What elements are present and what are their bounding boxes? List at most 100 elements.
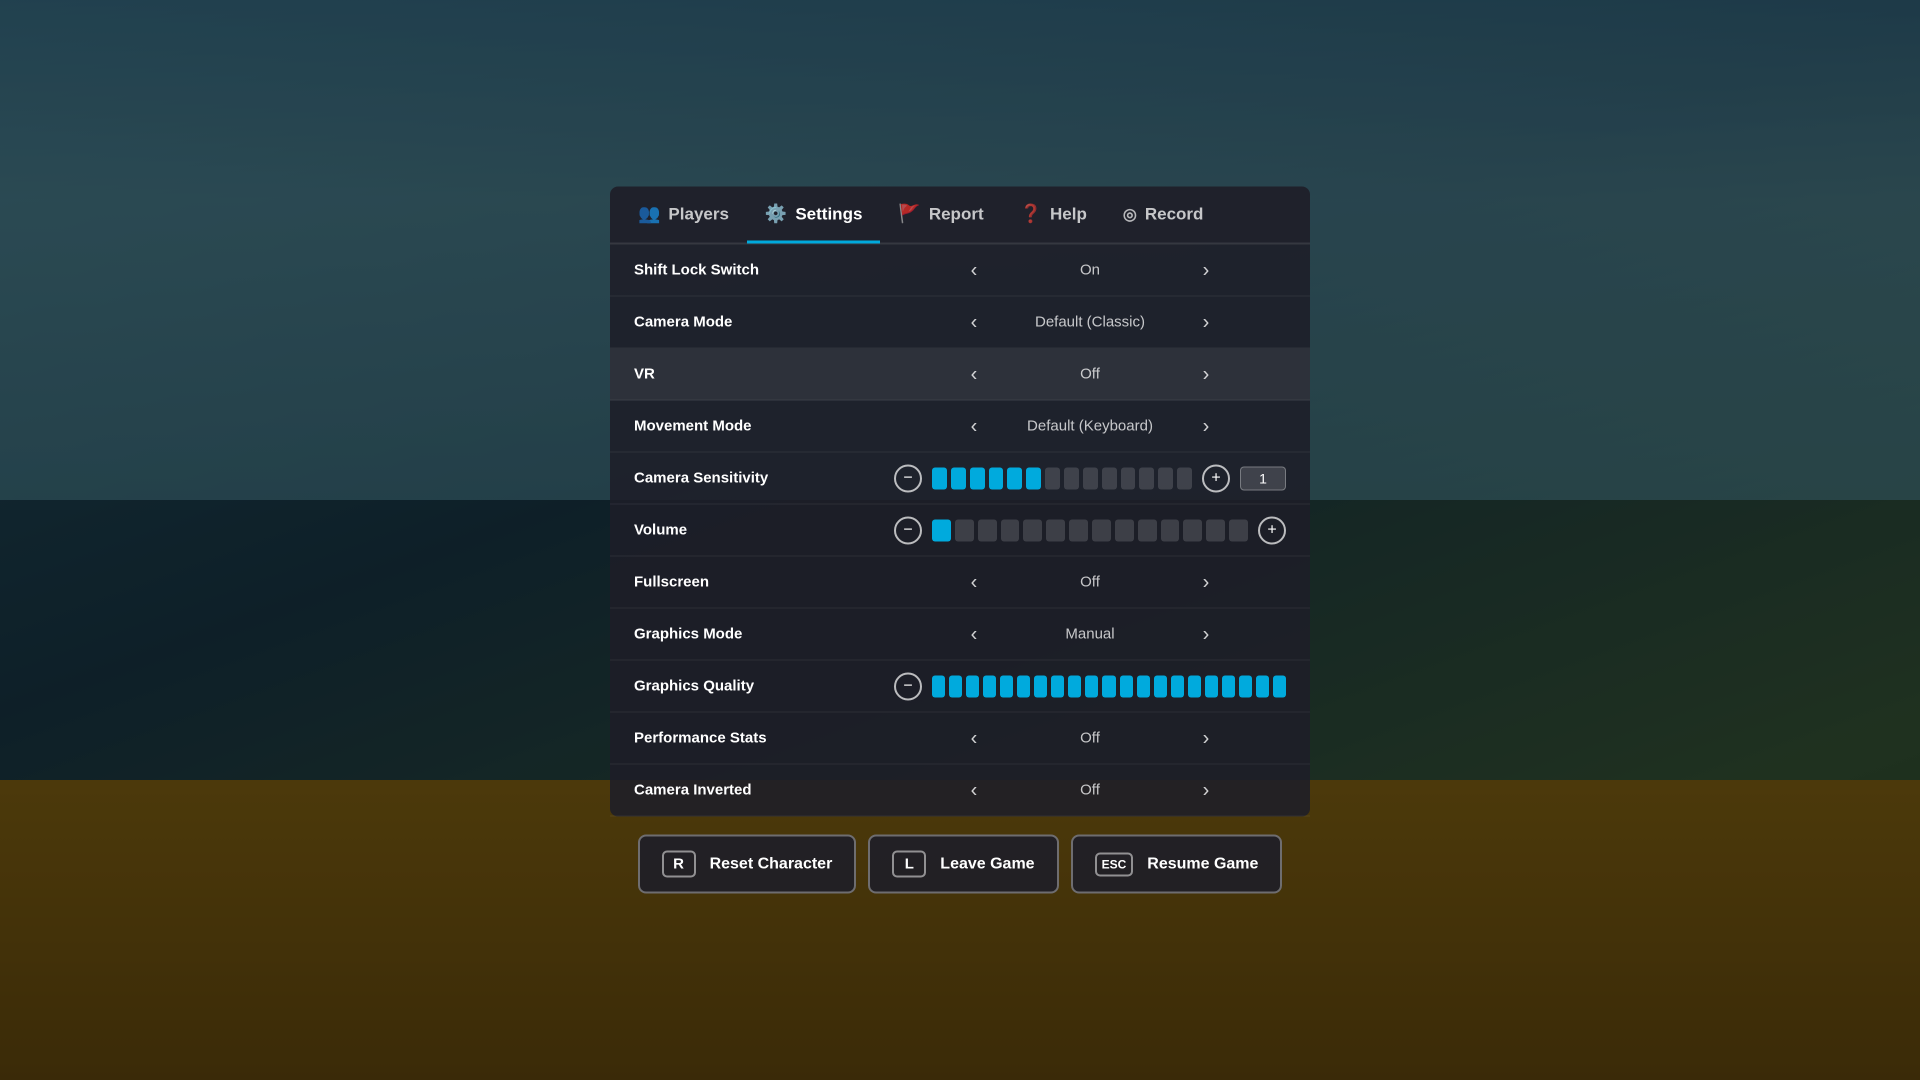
leave-game-label: Leave Game [940,855,1034,873]
quality-segment-0 [932,675,945,697]
camera-inverted-prev[interactable]: ‹ [960,780,988,800]
quality-segment-20 [1273,675,1286,697]
shift-lock-switch-value: On [1000,262,1180,279]
quality-segment-6 [1034,675,1047,697]
resume-key-badge: ESC [1095,852,1134,876]
setting-vr: VR ‹ Off › [610,349,1310,401]
leave-key-badge: L [892,851,926,878]
tab-bar: 👥 Players ⚙️ Settings 🚩 Report ❓ Help ◎ … [610,187,1310,245]
quality-segment-16 [1205,675,1218,697]
quality-segment-8 [1068,675,1081,697]
camera-mode-value: Default (Classic) [1000,314,1180,331]
tab-settings-label: Settings [795,204,862,224]
quality-segment-18 [1239,675,1252,697]
camera-mode-prev[interactable]: ‹ [960,312,988,332]
graphics-quality-label: Graphics Quality [634,678,894,695]
fullscreen-label: Fullscreen [634,574,894,591]
setting-graphics-mode: Graphics Mode ‹ Manual › [610,609,1310,661]
graphics-quality-track [932,675,1286,697]
camera-sensitivity-track [932,467,1192,489]
camera-sensitivity-label: Camera Sensitivity [634,470,894,487]
vr-next[interactable]: › [1192,364,1220,384]
graphics-quality-minus[interactable]: − [894,672,922,700]
sensitivity-segment-6 [1045,467,1060,489]
performance-stats-label: Performance Stats [634,730,894,747]
tab-players[interactable]: 👥 Players [620,188,747,244]
shift-lock-switch-prev[interactable]: ‹ [960,260,988,280]
quality-segment-13 [1154,675,1167,697]
volume-plus[interactable]: + [1258,516,1286,544]
resume-game-label: Resume Game [1147,855,1258,873]
movement-mode-label: Movement Mode [634,418,894,435]
vr-value: Off [1000,366,1180,383]
vr-prev[interactable]: ‹ [960,364,988,384]
quality-segment-1 [949,675,962,697]
tab-help-label: Help [1050,204,1087,224]
reset-character-button[interactable]: R Reset Character [638,835,857,894]
sensitivity-segment-11 [1139,467,1154,489]
tab-help[interactable]: ❓ Help [1002,188,1105,244]
fullscreen-prev[interactable]: ‹ [960,572,988,592]
volume-segment-2 [978,519,997,541]
sensitivity-segment-4 [1007,467,1022,489]
camera-inverted-control: ‹ Off › [894,780,1286,800]
performance-stats-prev[interactable]: ‹ [960,728,988,748]
fullscreen-next[interactable]: › [1192,572,1220,592]
volume-segment-0 [932,519,951,541]
tab-report[interactable]: 🚩 Report [880,188,1001,244]
camera-inverted-next[interactable]: › [1192,780,1220,800]
vr-control: ‹ Off › [894,364,1286,384]
tab-players-label: Players [668,204,729,224]
help-icon: ❓ [1020,204,1042,225]
quality-segment-3 [983,675,996,697]
camera-sensitivity-input[interactable]: 1 [1240,466,1286,490]
sensitivity-segment-13 [1177,467,1192,489]
volume-label: Volume [634,522,894,539]
sensitivity-segment-9 [1102,467,1117,489]
shift-lock-switch-next[interactable]: › [1192,260,1220,280]
shift-lock-switch-control: ‹ On › [894,260,1286,280]
movement-mode-prev[interactable]: ‹ [960,416,988,436]
quality-segment-2 [966,675,979,697]
quality-segment-19 [1256,675,1269,697]
setting-camera-inverted: Camera Inverted ‹ Off › [610,765,1310,817]
quality-segment-17 [1222,675,1235,697]
setting-shift-lock-switch: Shift Lock Switch ‹ On › [610,245,1310,297]
quality-segment-11 [1120,675,1133,697]
resume-game-button[interactable]: ESC Resume Game [1071,835,1283,894]
camera-mode-label: Camera Mode [634,314,894,331]
graphics-mode-prev[interactable]: ‹ [960,624,988,644]
sensitivity-segment-3 [989,467,1004,489]
volume-control: − + [894,516,1286,544]
camera-inverted-label: Camera Inverted [634,782,894,799]
setting-graphics-quality: Graphics Quality − [610,661,1310,713]
sensitivity-segment-2 [970,467,985,489]
quality-segment-12 [1137,675,1150,697]
volume-segment-5 [1046,519,1065,541]
shift-lock-switch-label: Shift Lock Switch [634,262,894,279]
tab-settings[interactable]: ⚙️ Settings [747,188,880,244]
camera-sensitivity-plus[interactable]: + [1202,464,1230,492]
vr-label: VR [634,366,894,383]
performance-stats-control: ‹ Off › [894,728,1286,748]
volume-minus[interactable]: − [894,516,922,544]
volume-segment-12 [1206,519,1225,541]
reset-character-label: Reset Character [710,855,833,873]
camera-sensitivity-minus[interactable]: − [894,464,922,492]
volume-segment-4 [1023,519,1042,541]
volume-segment-10 [1161,519,1180,541]
settings-icon: ⚙️ [765,204,787,225]
movement-mode-next[interactable]: › [1192,416,1220,436]
tab-record[interactable]: ◎ Record [1105,188,1222,244]
setting-volume: Volume − + [610,505,1310,557]
camera-sensitivity-control: − + 1 [894,464,1286,492]
graphics-mode-next[interactable]: › [1192,624,1220,644]
leave-game-button[interactable]: L Leave Game [868,835,1058,894]
tab-report-label: Report [929,204,984,224]
sensitivity-segment-0 [932,467,947,489]
camera-mode-next[interactable]: › [1192,312,1220,332]
graphics-mode-control: ‹ Manual › [894,624,1286,644]
settings-panel: Shift Lock Switch ‹ On › Camera Mode ‹ D… [610,245,1310,817]
volume-segment-13 [1229,519,1248,541]
performance-stats-next[interactable]: › [1192,728,1220,748]
